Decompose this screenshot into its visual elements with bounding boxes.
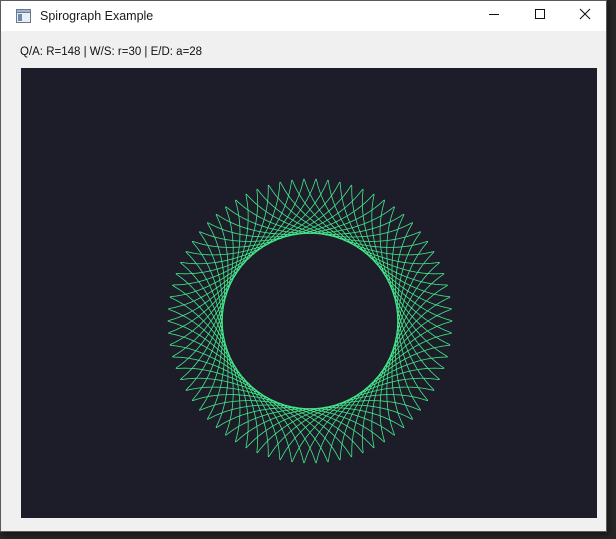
app-window-icon — [16, 9, 31, 23]
minimize-icon — [488, 7, 500, 25]
client-area: Q/A: R=148 | W/S: r=30 | E/D: a=28 — [1, 31, 606, 531]
app-window: Spirograph Example Q/A: R=148 | W/S: r=3… — [0, 0, 607, 532]
window-title: Spirograph Example — [40, 9, 154, 23]
maximize-button[interactable] — [517, 1, 563, 31]
spirograph-canvas[interactable] — [21, 68, 597, 518]
parameter-status-label: Q/A: R=148 | W/S: r=30 | E/D: a=28 — [20, 46, 203, 58]
close-button[interactable] — [562, 1, 608, 31]
spirograph-curve — [167, 178, 453, 464]
spirograph-drawing — [167, 178, 453, 464]
title-bar[interactable]: Spirograph Example — [1, 1, 606, 31]
close-icon — [579, 7, 591, 25]
minimize-button[interactable] — [471, 1, 517, 31]
maximize-icon — [534, 7, 546, 25]
